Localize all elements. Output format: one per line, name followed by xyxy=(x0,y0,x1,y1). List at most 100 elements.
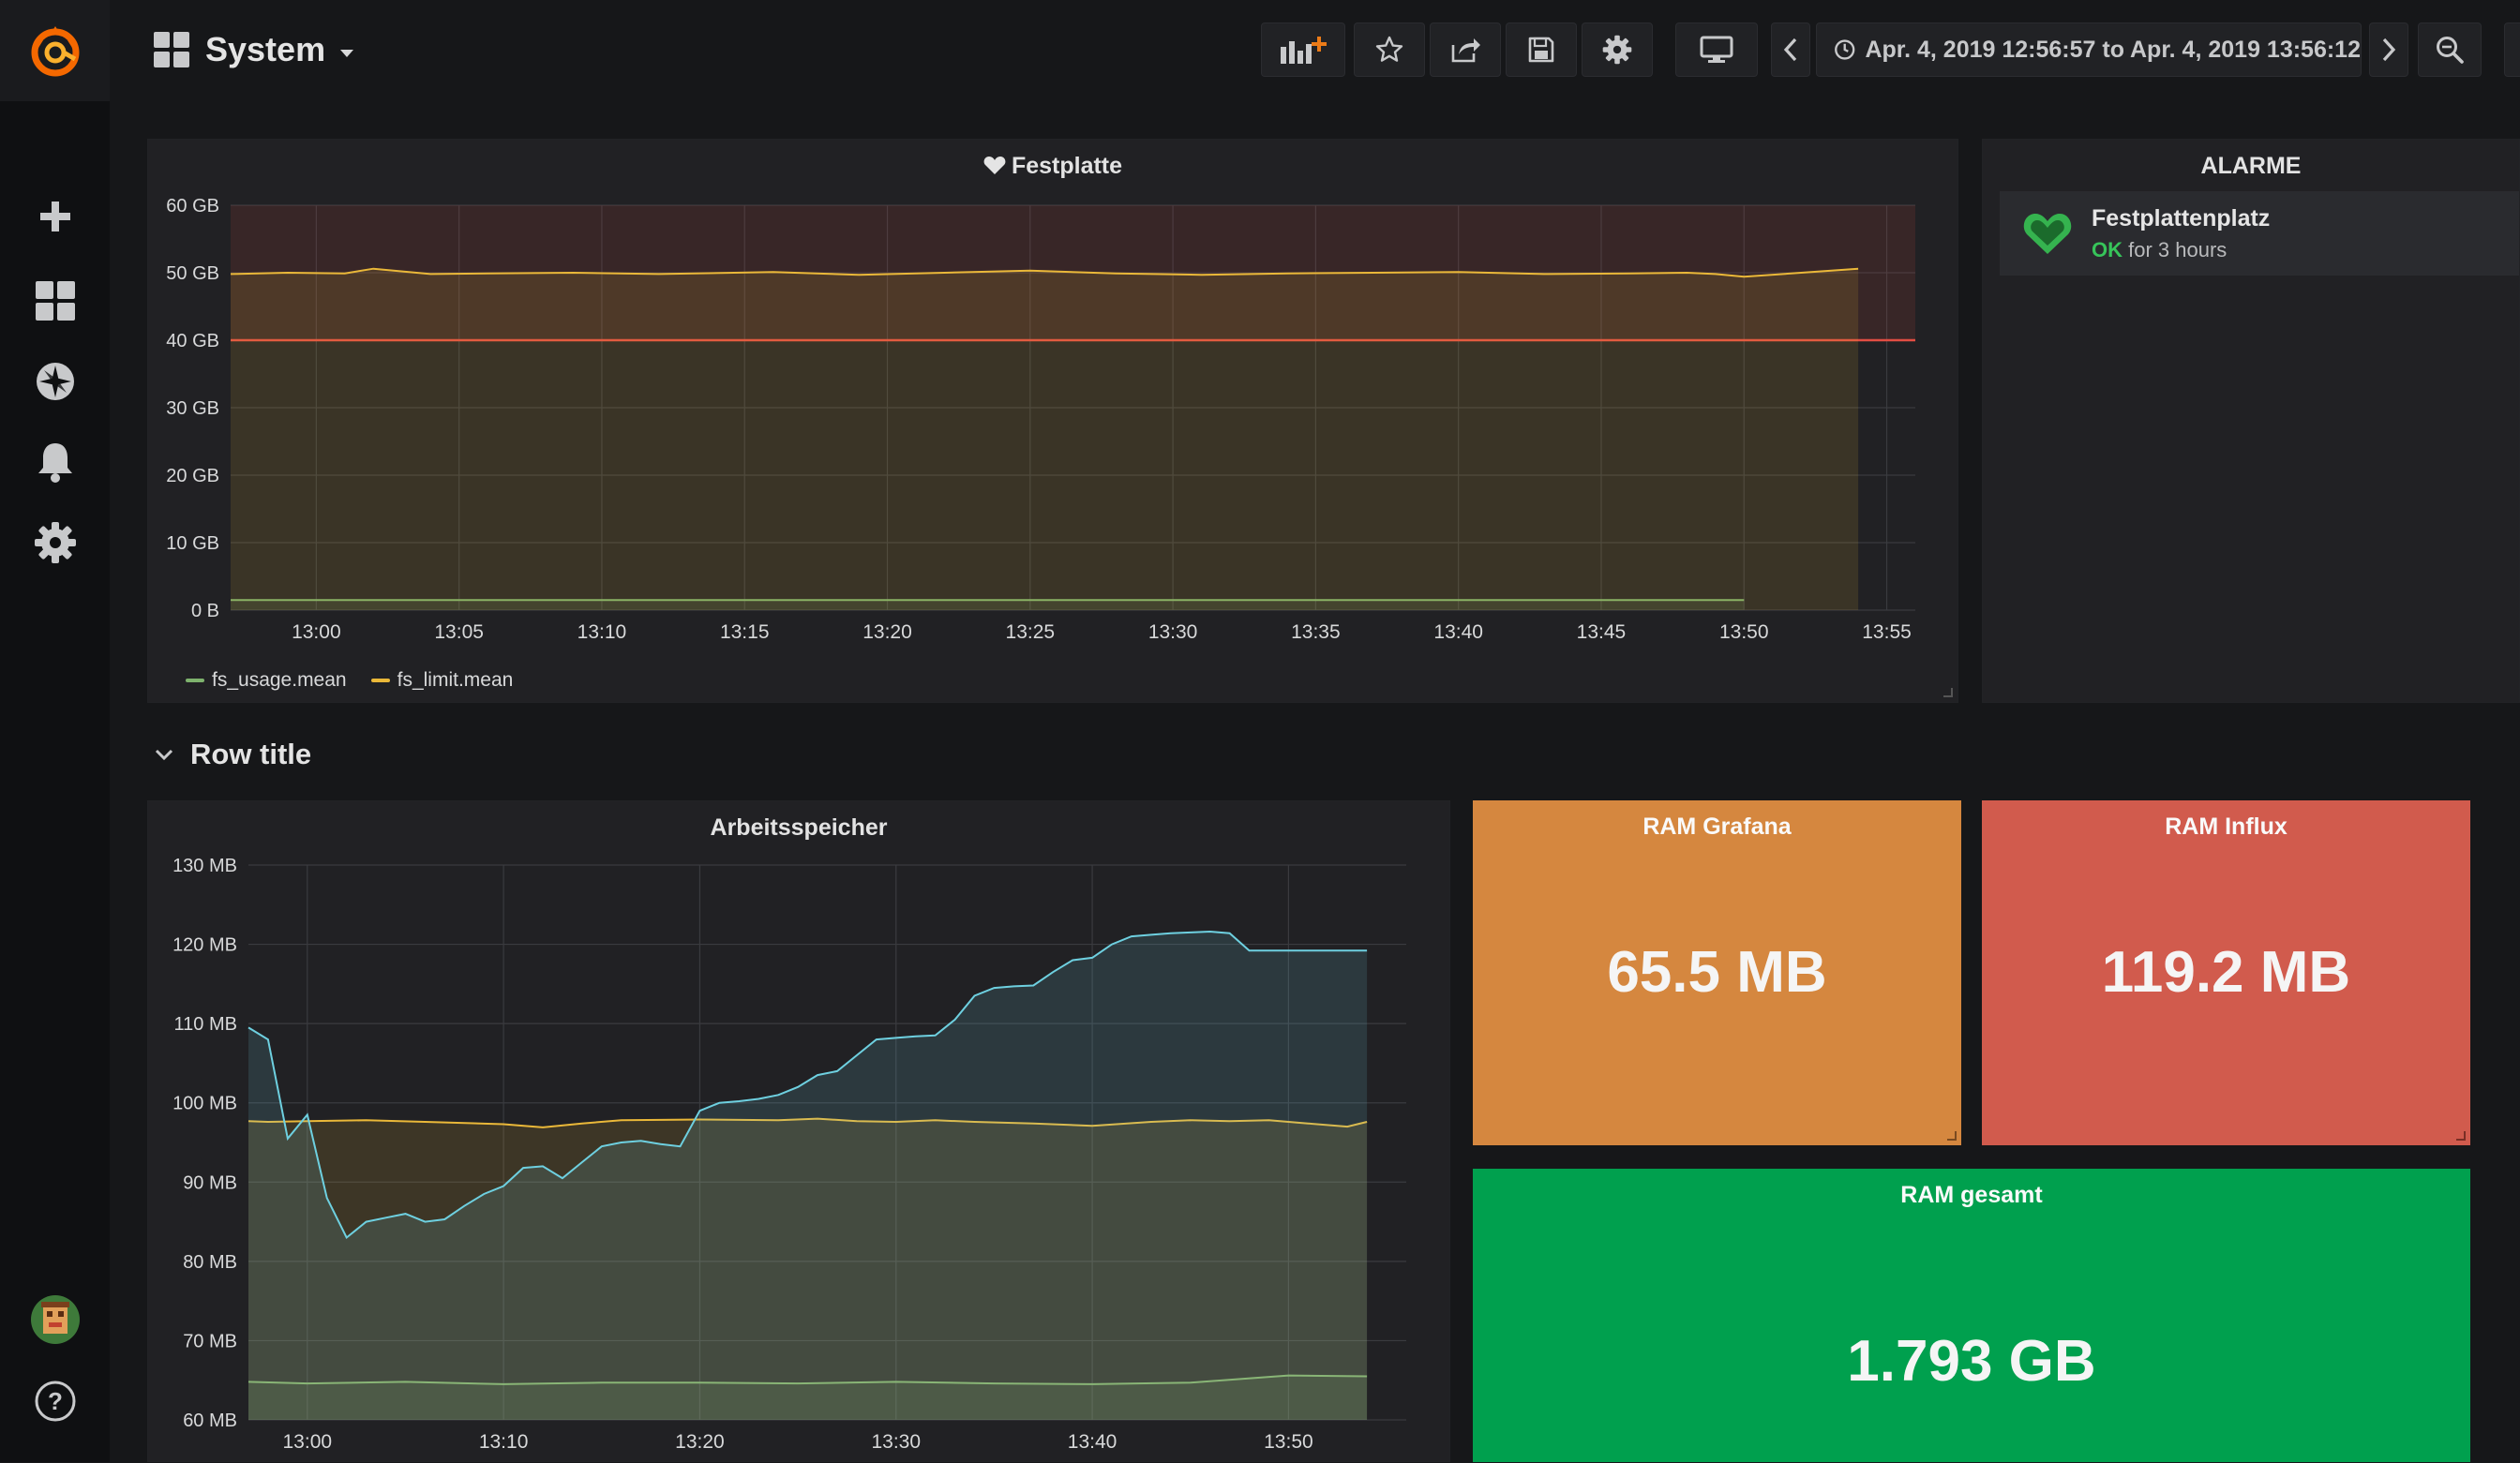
x-tick-label: 13:20 xyxy=(675,1431,725,1453)
avatar xyxy=(30,1295,80,1344)
x-tick-label: 13:25 xyxy=(1006,621,1056,643)
series-area xyxy=(231,268,1859,610)
y-tick-label: 90 MB xyxy=(183,1172,237,1193)
row-header[interactable]: Row title xyxy=(155,736,311,773)
arbeitsspeicher-chart[interactable]: 60 MB 70 MB 80 MB 90 MB 100 MB 110 MB 120 MB 13… xyxy=(148,801,1451,1463)
arbeitsspeicher-panel: Arbeitsspeicher 60 MB 70 MB 80 MB 90 MB 100 … xyxy=(147,800,1450,1462)
add-panel-button[interactable] xyxy=(1261,22,1345,77)
help-menu[interactable]: ? xyxy=(0,1368,110,1434)
chevron-right-icon xyxy=(2382,37,2396,62)
y-tick-label: 10 GB xyxy=(166,533,219,554)
x-tick-label: 13:55 xyxy=(1862,621,1912,643)
stat-title: RAM Influx xyxy=(2165,814,2288,840)
plus-icon xyxy=(39,202,70,231)
resize-handle[interactable] xyxy=(2456,1131,2466,1141)
side-menu: ? xyxy=(0,0,110,1462)
svg-text:?: ? xyxy=(48,1387,63,1415)
alert-info: Festplattenplatz OK for 3 hours xyxy=(2092,205,2270,262)
x-tick-label: 13:40 xyxy=(1068,1431,1118,1453)
x-tick-label: 13:20 xyxy=(862,621,912,643)
resize-handle[interactable] xyxy=(1947,1131,1957,1141)
time-back-button[interactable] xyxy=(1771,22,1810,77)
alerting-menu[interactable] xyxy=(0,429,110,495)
navbar: System Apr. 4, 2019 12:56:57 to Apr. 4, … xyxy=(110,0,2520,101)
configuration-menu[interactable] xyxy=(0,510,110,575)
festplatte-panel: Festplatte 0 B 10 GB 20 GB 30 GB 40 GB 50 GB 6… xyxy=(147,139,1958,703)
alert-name: Festplattenplatz xyxy=(2092,204,2271,231)
save-dashboard-button[interactable] xyxy=(1506,22,1577,77)
explore-menu[interactable] xyxy=(0,349,110,414)
grafana-logo[interactable] xyxy=(0,0,110,101)
x-tick-label: 13:00 xyxy=(292,621,341,643)
dashboard-title: System xyxy=(205,30,326,68)
y-tick-label: 50 GB xyxy=(166,263,219,284)
dashboard-settings-button[interactable] xyxy=(1582,22,1653,77)
y-tick-label: 0 B xyxy=(191,601,219,621)
stat-title: RAM gesamt xyxy=(1900,1182,2043,1208)
time-forward-button[interactable] xyxy=(2369,22,2408,77)
view-mode-button[interactable] xyxy=(1675,22,1758,77)
zoom-out-icon xyxy=(2437,37,2464,64)
x-tick-label: 13:50 xyxy=(1264,1431,1313,1453)
x-tick-label: 13:00 xyxy=(283,1431,333,1453)
alert-list-item[interactable]: Festplattenplatz OK for 3 hours xyxy=(2000,191,2519,276)
x-tick-label: 13:50 xyxy=(1719,621,1769,643)
stat-title: RAM Grafana xyxy=(1642,814,1792,840)
y-tick-label: 60 MB xyxy=(183,1411,237,1431)
panel-title[interactable]: ALARME xyxy=(1983,153,2519,180)
clock-icon xyxy=(1835,39,1855,60)
legend-swatch xyxy=(370,679,390,682)
x-tick-label: 13:30 xyxy=(1148,621,1198,643)
y-tick-label: 110 MB xyxy=(174,1014,237,1035)
legend-label: fs_limit.mean xyxy=(397,669,514,691)
x-tick-label: 13:15 xyxy=(720,621,770,643)
ram-grafana-stat[interactable]: RAM Grafana 65.5 MB xyxy=(1473,800,1961,1145)
share-dashboard-button[interactable] xyxy=(1430,22,1501,77)
star-icon xyxy=(1375,36,1403,62)
y-tick-label: 40 GB xyxy=(166,331,219,351)
dashboards-icon xyxy=(35,281,75,321)
legend-item-fs-usage[interactable]: fs_usage.mean xyxy=(186,669,347,692)
heart-icon xyxy=(2023,214,2072,254)
y-tick-label: 100 MB xyxy=(172,1094,237,1114)
x-tick-label: 13:30 xyxy=(871,1431,921,1453)
legend-swatch xyxy=(186,679,204,682)
y-tick-label: 20 GB xyxy=(166,466,219,486)
star-dashboard-button[interactable] xyxy=(1354,22,1425,77)
time-range-label: Apr. 4, 2019 12:56:57 to Apr. 4, 2019 13… xyxy=(1865,36,2361,63)
y-tick-label: 120 MB xyxy=(172,935,237,956)
dashboards-icon xyxy=(154,32,189,67)
gear-icon xyxy=(34,522,76,563)
y-tick-label: 70 MB xyxy=(183,1331,237,1351)
festplatte-legend: fs_usage.mean fs_limit.mean xyxy=(186,669,513,692)
settings-icon xyxy=(1602,35,1632,65)
ram-influx-stat[interactable]: RAM Influx 119.2 MB xyxy=(1982,800,2470,1145)
stat-value: 1.793 GB xyxy=(1847,1329,2096,1394)
x-tick-label: 13:40 xyxy=(1433,621,1483,643)
x-tick-label: 13:10 xyxy=(578,621,627,643)
y-tick-label: 30 GB xyxy=(166,398,219,419)
save-icon xyxy=(1528,37,1554,63)
zoom-out-button[interactable] xyxy=(2418,22,2482,77)
grafana-logo-icon xyxy=(31,26,79,77)
refresh-button[interactable] xyxy=(2504,22,2520,77)
x-tick-label: 13:45 xyxy=(1577,621,1627,643)
resize-handle[interactable] xyxy=(1943,688,1953,697)
y-tick-label: 80 MB xyxy=(183,1252,237,1273)
alert-state-ok: OK xyxy=(2092,237,2122,261)
chevron-down-icon xyxy=(340,50,354,57)
stat-value: 65.5 MB xyxy=(1607,940,1827,1005)
user-avatar[interactable] xyxy=(0,1287,110,1352)
create-menu[interactable] xyxy=(0,184,110,249)
legend-item-fs-limit[interactable]: fs_limit.mean xyxy=(370,669,514,692)
dashboards-menu[interactable] xyxy=(0,268,110,334)
dashboard-picker[interactable]: System xyxy=(153,26,354,73)
stat-value: 119.2 MB xyxy=(2101,940,2351,1005)
chevron-left-icon xyxy=(1783,37,1797,62)
y-tick-label: 60 GB xyxy=(166,196,219,216)
ram-gesamt-stat[interactable]: RAM gesamt 1.793 GB xyxy=(1473,1169,2470,1462)
festplatte-chart[interactable]: 0 B 10 GB 20 GB 30 GB 40 GB 50 GB 60 GB 13:00 13… xyxy=(148,140,1959,664)
time-range-picker[interactable]: Apr. 4, 2019 12:56:57 to Apr. 4, 2019 13… xyxy=(1816,22,2362,77)
x-tick-label: 13:10 xyxy=(479,1431,529,1453)
alarme-panel: ALARME Festplattenplatz OK for 3 hours xyxy=(1982,139,2520,703)
